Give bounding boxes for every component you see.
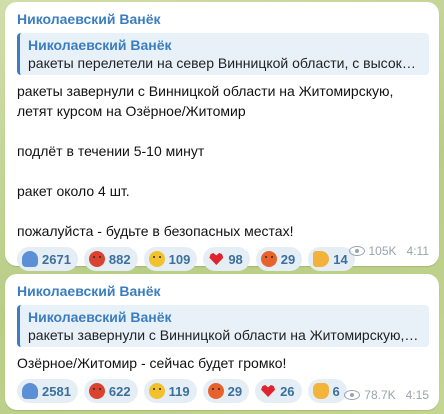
reaction-angry[interactable]: 29 bbox=[255, 247, 303, 271]
message-paragraph: пожалуйста - будьте в безопасных местах! bbox=[17, 223, 294, 239]
reaction-count: 98 bbox=[228, 251, 243, 267]
view-count: 105K bbox=[368, 244, 397, 258]
reaction-angry-symbols[interactable]: 622 bbox=[83, 379, 138, 403]
message-time: 4:15 bbox=[405, 388, 429, 402]
eye-icon bbox=[344, 390, 361, 400]
folded-hands-icon bbox=[22, 383, 38, 399]
message-meta: 105K 4:11 bbox=[348, 244, 429, 258]
reaction-count: 26 bbox=[280, 383, 295, 399]
angry-face-icon bbox=[260, 251, 277, 267]
reaction-angry-symbols[interactable]: 882 bbox=[83, 247, 138, 271]
reaction-heart[interactable]: 26 bbox=[255, 379, 302, 403]
reaction-crying[interactable]: 119 bbox=[143, 379, 197, 403]
reply-author: Николаевский Ванёк bbox=[28, 309, 172, 325]
reply-author: Николаевский Ванёк bbox=[28, 37, 172, 53]
red-heart-icon bbox=[208, 251, 224, 267]
message-paragraph: подлёт в течении 5-10 минут bbox=[17, 143, 205, 159]
angry-face-icon bbox=[207, 383, 224, 399]
reply-text: ракеты перелетели на север Винницкой обл… bbox=[28, 55, 421, 71]
reaction-count: 882 bbox=[108, 251, 131, 267]
reply-preview[interactable]: Николаевский Ванёк ракеты завернули с Ви… bbox=[17, 305, 429, 347]
crying-face-icon bbox=[148, 251, 165, 267]
reaction-count: 119 bbox=[168, 383, 190, 399]
crying-face-icon bbox=[148, 383, 165, 399]
reaction-heart[interactable]: 98 bbox=[203, 247, 250, 271]
message-paragraph: ракет около 4 шт. bbox=[17, 183, 130, 199]
reaction-count: 29 bbox=[227, 383, 243, 399]
reaction-angry[interactable]: 29 bbox=[202, 379, 250, 403]
message-paragraph: ракеты завернули с Винницкой области на … bbox=[17, 83, 394, 119]
channel-name[interactable]: Николаевский Ванёк bbox=[17, 10, 429, 28]
message-meta: 78.7K 4:15 bbox=[344, 388, 429, 402]
reaction-count: 29 bbox=[280, 251, 296, 267]
reaction-folded-hands[interactable]: 2671 bbox=[17, 247, 78, 271]
message-text: Озёрное/Житомир - сейчас будет громко! bbox=[17, 353, 429, 373]
reaction-thumbs-up[interactable]: 6 bbox=[307, 379, 347, 403]
reaction-count: 2581 bbox=[42, 383, 71, 399]
eye-icon bbox=[348, 246, 365, 256]
view-count: 78.7K bbox=[364, 388, 396, 402]
message-text: ракеты завернули с Винницкой области на … bbox=[17, 81, 429, 241]
channel-post[interactable]: Николаевский Ванёк Николаевский Ванёк ра… bbox=[5, 2, 439, 271]
folded-hands-icon bbox=[22, 251, 38, 267]
reply-preview[interactable]: Николаевский Ванёк ракеты перелетели на … bbox=[17, 33, 429, 75]
message-paragraph: Озёрное/Житомир - сейчас будет громко! bbox=[17, 355, 287, 371]
reaction-count: 2671 bbox=[42, 251, 71, 267]
reaction-count: 109 bbox=[168, 251, 191, 267]
reply-text: ракеты завернули с Винницкой области на … bbox=[28, 327, 421, 343]
message-time: 4:11 bbox=[406, 244, 429, 258]
reaction-count: 622 bbox=[108, 383, 131, 399]
channel-post[interactable]: Николаевский Ванёк Николаевский Ванёк ра… bbox=[5, 274, 439, 410]
thumbs-up-icon bbox=[312, 383, 329, 399]
reaction-crying[interactable]: 109 bbox=[143, 247, 198, 271]
angry-face-with-symbols-icon bbox=[88, 383, 105, 399]
angry-face-with-symbols-icon bbox=[88, 251, 105, 267]
pointing-hand-icon bbox=[313, 251, 330, 267]
reaction-folded-hands[interactable]: 2581 bbox=[17, 379, 78, 403]
reaction-count: 6 bbox=[332, 383, 340, 399]
channel-name[interactable]: Николаевский Ванёк bbox=[17, 282, 429, 300]
red-heart-icon bbox=[260, 383, 276, 399]
reaction-count: 14 bbox=[333, 251, 348, 267]
